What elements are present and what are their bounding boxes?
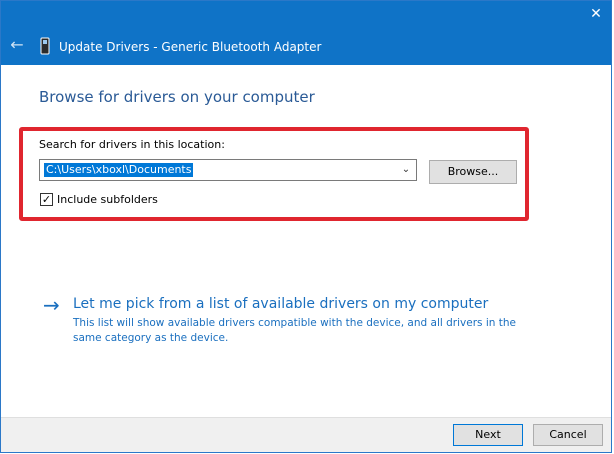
path-input-value[interactable]: C:\Users\xboxl\Documents <box>44 163 194 177</box>
title-bar: ✕ ← Update Drivers - Generic Bluetooth A… <box>1 1 611 65</box>
window-title: Update Drivers - Generic Bluetooth Adapt… <box>59 40 322 54</box>
checkmark-icon: ✓ <box>41 193 52 206</box>
include-subfolders-checkbox[interactable]: ✓ <box>40 193 53 206</box>
page-heading: Browse for drivers on your computer <box>39 88 315 106</box>
pick-from-list-description: This list will show available drivers co… <box>73 317 516 344</box>
close-icon[interactable]: ✕ <box>585 3 607 25</box>
pick-from-list-link[interactable]: Let me pick from a list of available dri… <box>73 295 488 313</box>
include-subfolders-label[interactable]: Include subfolders <box>57 193 158 207</box>
device-icon <box>40 37 50 55</box>
chevron-down-icon[interactable]: ⌄ <box>398 161 414 179</box>
arrow-right-icon[interactable]: → <box>43 293 60 317</box>
back-arrow-icon[interactable]: ← <box>7 35 27 55</box>
browse-button[interactable]: Browse... <box>429 160 517 184</box>
search-location-label: Search for drivers in this location: <box>39 138 225 151</box>
cancel-button[interactable]: Cancel <box>533 424 603 446</box>
dialog-footer: Next Cancel <box>1 417 611 452</box>
path-combobox[interactable]: C:\Users\xboxl\Documents ⌄ <box>39 159 417 181</box>
update-drivers-window: ✕ ← Update Drivers - Generic Bluetooth A… <box>0 0 612 453</box>
next-button[interactable]: Next <box>453 424 523 446</box>
